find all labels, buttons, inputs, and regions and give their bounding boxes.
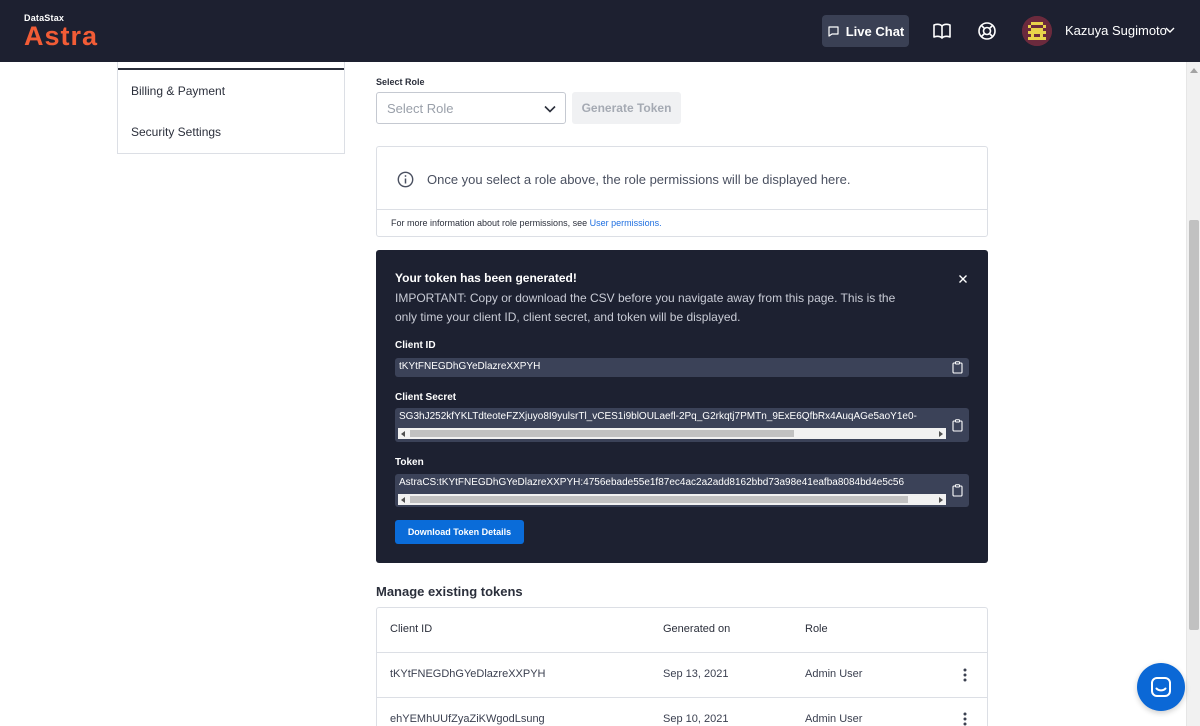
chevron-down-icon xyxy=(544,105,556,113)
scrollbar-thumb[interactable] xyxy=(1189,220,1199,630)
avatar[interactable] xyxy=(1022,16,1052,46)
manage-tokens-title: Manage existing tokens xyxy=(376,584,523,599)
client-id-value[interactable]: tKYtFNEGDhGYeDlazreXXPYH xyxy=(399,361,947,372)
chat-icon xyxy=(828,25,839,37)
live-chat-label: Live Chat xyxy=(845,23,905,39)
live-chat-button[interactable]: Live Chat xyxy=(822,15,909,47)
client-secret-field[interactable]: SG3hJ252kfYKLTdteoteFZXjuyo8I9yulsrTl_vC… xyxy=(395,408,969,442)
scrollbar-thumb[interactable] xyxy=(410,496,908,503)
scroll-right-arrow[interactable] xyxy=(939,497,943,503)
tokens-table: Client ID Generated on Role tKYtFNEGDhGY… xyxy=(376,607,988,726)
sidebar-item-billing-payment[interactable]: Billing & Payment xyxy=(131,84,225,98)
user-name[interactable]: Kazuya Sugimoto xyxy=(1065,23,1167,38)
client-secret-label: Client Secret xyxy=(395,392,457,403)
client-secret-scrollbar[interactable] xyxy=(398,428,946,439)
sidebar-item-security-settings[interactable]: Security Settings xyxy=(131,125,221,139)
column-header-client-id: Client ID xyxy=(390,623,433,635)
select-role-label: Select Role xyxy=(376,77,425,87)
page-scrollbar[interactable] xyxy=(1186,62,1200,726)
table-divider xyxy=(377,697,987,698)
info-icon xyxy=(397,171,414,188)
scroll-left-arrow[interactable] xyxy=(401,497,405,503)
close-icon[interactable] xyxy=(956,272,970,286)
token-generated-panel: Your token has been generated! IMPORTANT… xyxy=(376,250,988,563)
download-token-details-button[interactable]: Download Token Details xyxy=(395,520,524,544)
token-panel-message: IMPORTANT: Copy or download the CSV befo… xyxy=(395,291,896,324)
astra-logo[interactable]: Astra xyxy=(24,20,98,52)
column-header-role: Role xyxy=(805,623,828,635)
client-id-field[interactable]: tKYtFNEGDhGYeDlazreXXPYH xyxy=(395,358,969,377)
copy-icon[interactable] xyxy=(952,484,963,497)
scroll-up-arrow[interactable] xyxy=(1190,68,1198,73)
row-generated-on: Sep 13, 2021 xyxy=(663,668,729,680)
permissions-help-prefix: For more information about role permissi… xyxy=(391,218,590,228)
info-divider xyxy=(377,209,987,210)
row-generated-on: Sep 10, 2021 xyxy=(663,713,729,725)
top-navbar: DataStax Astra Live Chat Kazuya Sugimoto xyxy=(0,0,1200,62)
row-role: Admin User xyxy=(805,668,863,680)
row-client-id: ehYEMhUUfZyaZiKWgodLsung xyxy=(390,713,545,725)
more-options-icon[interactable] xyxy=(963,668,967,682)
row-client-id: tKYtFNEGDhGYeDlazreXXPYH xyxy=(390,668,546,680)
settings-sidebar: Billing & Payment Security Settings xyxy=(117,62,345,154)
permissions-help-text: For more information about role permissi… xyxy=(391,218,662,228)
client-secret-value[interactable]: SG3hJ252kfYKLTdteoteFZXjuyo8I9yulsrTl_vC… xyxy=(399,411,947,422)
token-value[interactable]: AstraCS:tKYtFNEGDhGYeDlazreXXPYH:4756eba… xyxy=(399,477,947,488)
help-icon[interactable] xyxy=(976,20,998,42)
user-permissions-link[interactable]: User permissions. xyxy=(590,218,662,228)
token-field[interactable]: AstraCS:tKYtFNEGDhGYeDlazreXXPYH:4756eba… xyxy=(395,474,969,507)
scroll-left-arrow[interactable] xyxy=(401,431,405,437)
scroll-right-arrow[interactable] xyxy=(939,431,943,437)
copy-icon[interactable] xyxy=(952,361,963,374)
copy-icon[interactable] xyxy=(952,419,963,432)
role-permissions-info: Once you select a role above, the role p… xyxy=(376,146,988,237)
chat-icon xyxy=(1151,677,1171,697)
support-chat-button[interactable] xyxy=(1137,663,1185,711)
role-select[interactable]: Select Role xyxy=(376,92,566,124)
generate-token-button[interactable]: Generate Token xyxy=(572,92,681,124)
role-select-placeholder: Select Role xyxy=(387,101,454,116)
token-scrollbar[interactable] xyxy=(398,494,946,505)
client-id-label: Client ID xyxy=(395,340,436,351)
token-label: Token xyxy=(395,457,424,468)
sidebar-divider xyxy=(118,68,344,70)
token-panel-title: Your token has been generated! xyxy=(395,271,577,285)
chevron-down-icon[interactable] xyxy=(1164,24,1176,36)
column-header-generated-on: Generated on xyxy=(663,623,731,635)
avatar-icon xyxy=(1022,16,1052,46)
row-role: Admin User xyxy=(805,713,863,725)
scrollbar-thumb[interactable] xyxy=(410,430,794,437)
info-message: Once you select a role above, the role p… xyxy=(427,172,851,187)
more-options-icon[interactable] xyxy=(963,712,967,726)
table-divider xyxy=(377,652,987,653)
book-icon[interactable] xyxy=(931,20,953,42)
